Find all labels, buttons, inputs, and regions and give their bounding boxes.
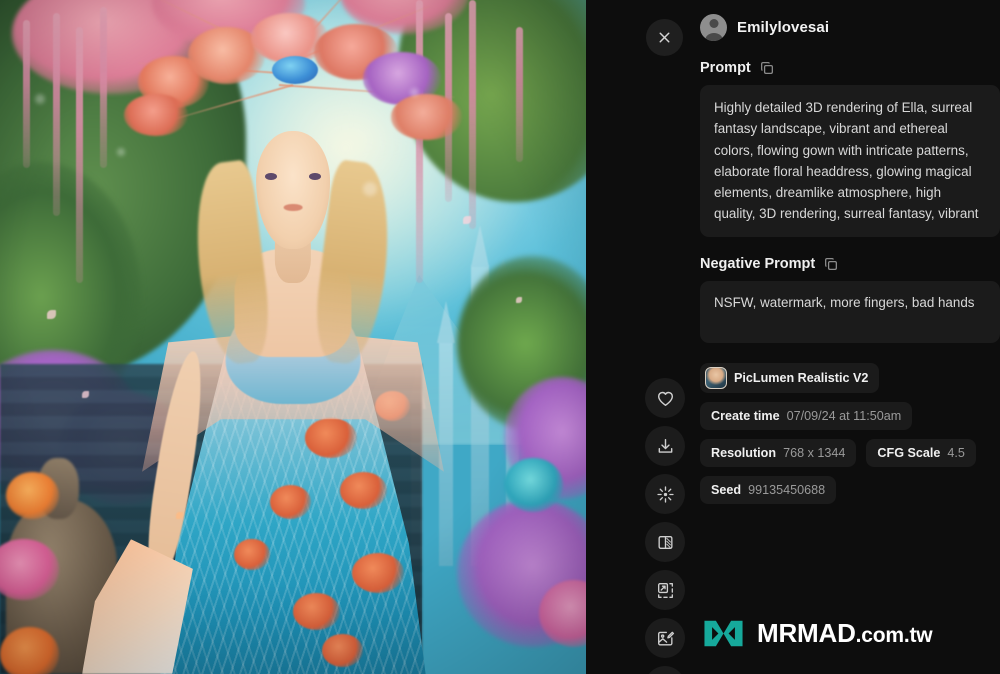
gown-floral-applique: [269, 485, 311, 519]
cfg-scale-chip: CFG Scale 4.5: [866, 439, 976, 467]
model-chip[interactable]: PicLumen Realistic V2: [700, 363, 880, 393]
headdress-bloom: [124, 94, 188, 137]
download-button[interactable]: [645, 426, 685, 466]
figure: [0, 0, 586, 674]
floating-petal: [82, 390, 90, 398]
resolution-label: Resolution: [711, 446, 777, 460]
gown-floral-applique: [293, 593, 340, 631]
seed-chip: Seed 99135450688: [700, 476, 837, 504]
download-icon: [658, 438, 672, 453]
action-toolbar: [645, 378, 685, 674]
gown-floral-applique: [339, 471, 387, 509]
create-time-chip: Create time 07/09/24 at 11:50am: [700, 402, 913, 430]
floating-petal: [515, 296, 522, 303]
compare-split-icon: [657, 535, 673, 549]
heart-icon: [657, 391, 673, 406]
seed-value: 99135450688: [748, 483, 826, 497]
cfg-scale-label: CFG Scale: [877, 446, 941, 460]
negative-prompt-label: Negative Prompt: [700, 256, 816, 272]
close-icon: [659, 32, 670, 43]
prompt-label: Prompt: [700, 60, 751, 76]
seed-label: Seed: [711, 483, 742, 497]
watermark-text: MRMAD .com.tw: [757, 618, 933, 649]
metadata-chips: PicLumen Realistic V2 Create time 07/09/…: [700, 363, 1000, 504]
model-name: PicLumen Realistic V2: [734, 371, 869, 385]
watermark-tld: .com.tw: [855, 624, 933, 647]
negative-prompt-text[interactable]: NSFW, watermark, more fingers, bad hands: [700, 281, 1000, 343]
floating-petal: [175, 512, 183, 520]
generated-artwork: [0, 0, 586, 674]
cfg-scale-value: 4.5: [947, 446, 965, 460]
create-time-label: Create time: [711, 409, 780, 423]
fullscreen-button[interactable]: [645, 666, 685, 674]
prompt-text[interactable]: Highly detailed 3D rendering of Ella, su…: [700, 85, 1000, 237]
image-detail-view: Emilylovesai Prompt Highly detailed 3D r…: [0, 0, 1000, 674]
image-edit-icon: [657, 631, 674, 646]
model-thumbnail: [705, 367, 727, 389]
details-content: Emilylovesai Prompt Highly detailed 3D r…: [700, 0, 1000, 674]
create-time-value: 07/09/24 at 11:50am: [786, 409, 902, 423]
resolution-value: 768 x 1344: [783, 446, 846, 460]
user-avatar-icon: [700, 14, 727, 41]
headdress-bloom: [391, 94, 462, 140]
sparkle-icon: [656, 485, 674, 503]
username: Emilylovesai: [737, 19, 830, 36]
headdress-gem: [271, 55, 318, 84]
artwork-viewer[interactable]: [0, 0, 586, 674]
mrmad-logo-icon: [704, 620, 743, 647]
upscale-button[interactable]: [645, 570, 685, 610]
upscale-icon: [657, 582, 673, 598]
gown-floral-applique: [234, 539, 270, 570]
compare-button[interactable]: [645, 522, 685, 562]
copy-icon[interactable]: [759, 60, 775, 76]
close-button[interactable]: [646, 19, 683, 56]
copy-icon[interactable]: [823, 256, 839, 272]
watermark-brand: MRMAD: [757, 618, 856, 648]
floating-petal: [46, 310, 56, 320]
details-panel: Emilylovesai Prompt Highly detailed 3D r…: [586, 0, 1000, 674]
floating-petal: [462, 215, 471, 224]
negative-prompt-header: Negative Prompt: [700, 256, 1000, 272]
enhance-button[interactable]: [645, 474, 685, 514]
edit-image-button[interactable]: [645, 618, 685, 658]
floral-headdress: [117, 0, 469, 188]
bokeh-light: [410, 87, 420, 97]
resolution-chip: Resolution 768 x 1344: [700, 439, 857, 467]
gown-floral-applique: [351, 552, 405, 594]
favorite-button[interactable]: [645, 378, 685, 418]
user-row[interactable]: Emilylovesai: [700, 0, 1000, 41]
prompt-header: Prompt: [700, 60, 1000, 76]
watermark: MRMAD .com.tw: [703, 617, 933, 650]
